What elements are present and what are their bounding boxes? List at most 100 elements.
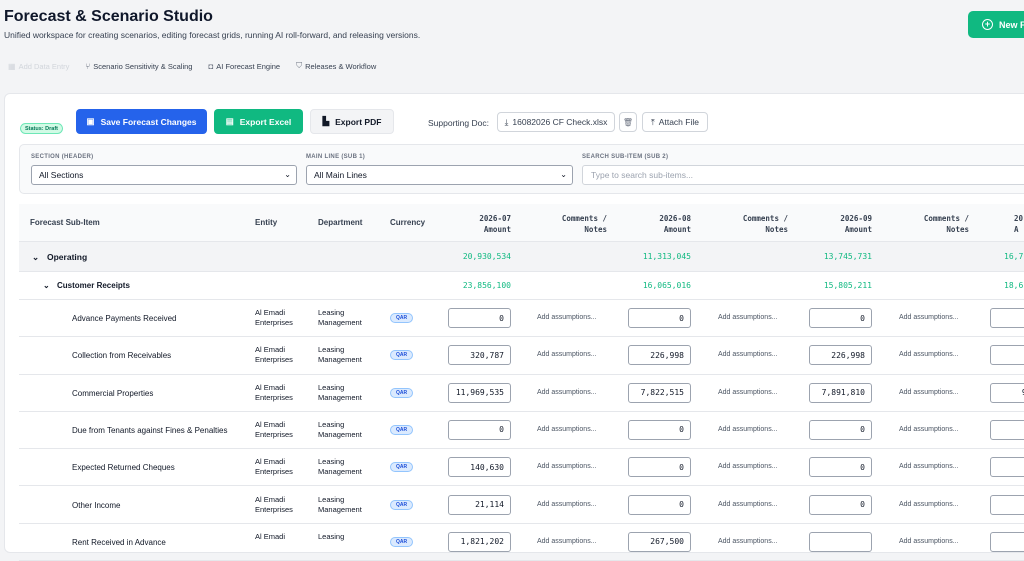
supporting-doc-label: Supporting Doc: (428, 118, 489, 128)
amount-input[interactable]: 0 (628, 308, 691, 328)
currency-badge: QAR (390, 462, 413, 473)
page-subtitle: Unified workspace for creating scenarios… (4, 30, 421, 40)
period-label: 20 (1014, 214, 1024, 223)
amount-input[interactable] (990, 494, 1024, 515)
department-line1: Leasing (318, 345, 345, 355)
new-button[interactable]: + New F (968, 11, 1024, 38)
table-row: Collection from Receivables Al Emadi Enter… (19, 337, 1024, 375)
tab-add-data-entry[interactable]: ▦ Add Data Entry (0, 57, 77, 75)
amount-input[interactable]: 0 (809, 494, 872, 515)
main-line-select[interactable]: All Main Lines ⌄ (306, 165, 573, 185)
col-amount-2026-09: 2026-09 Amount (820, 213, 872, 235)
notes-input[interactable]: Add assumptions... (718, 426, 778, 433)
notes-input[interactable]: Add assumptions... (899, 463, 959, 470)
search-input[interactable]: Type to search sub-items... (582, 165, 1024, 185)
amount-input[interactable]: 0 (628, 494, 691, 515)
col-entity: Entity (255, 218, 278, 227)
amount-input[interactable]: 267,500 (628, 531, 691, 552)
notes-input[interactable]: Add assumptions... (537, 538, 597, 545)
notes-input[interactable]: Add assumptions... (718, 314, 778, 321)
amount-input[interactable]: 9,772 (990, 382, 1024, 403)
entity-line2: Enterprises (255, 504, 293, 514)
notes-input[interactable]: Add assumptions... (718, 389, 778, 396)
tab-scenario-sensitivity[interactable]: ⑂ Scenario Sensitivity & Scaling (77, 57, 200, 75)
tab-label: AI Forecast Engine (216, 61, 281, 71)
notes-input[interactable]: Add assumptions... (899, 426, 959, 433)
notes-input[interactable]: Add assumptions... (537, 389, 597, 396)
save-icon: ▣ (86, 116, 95, 126)
amount-input[interactable]: 0 (809, 308, 872, 328)
notes-input[interactable]: Add assumptions... (899, 314, 959, 321)
entity-line1: Al Emadi (255, 419, 286, 429)
department-line2: Management (318, 318, 362, 327)
notes-input[interactable]: Add assumptions... (537, 426, 597, 433)
notes-input[interactable]: Add assumptions... (899, 389, 959, 396)
table-row: Other Income Al Emadi Enterprises Leasing Ma… (19, 487, 1024, 524)
supporting-doc-file[interactable]: ⤓ 16082026 CF Check.xlsx (497, 112, 615, 132)
supporting-doc-filename: 16082026 CF Check.xlsx (512, 117, 608, 127)
collapse-icon[interactable]: ⌄ (43, 281, 50, 290)
table-row: Advance Payments Received Al Emadi Enterpr… (19, 300, 1024, 338)
sub-item-name: Advance Payments Received (72, 314, 177, 323)
period-label: 2026-07 (479, 214, 511, 223)
amount-input[interactable] (990, 308, 1024, 328)
notes-input[interactable]: Add assumptions... (899, 501, 959, 508)
notes-input[interactable]: Add assumptions... (537, 463, 597, 470)
notes-input[interactable]: Add assumptions... (537, 351, 597, 358)
save-forecast-button[interactable]: ▣ Save Forecast Changes (76, 109, 207, 134)
notes-input[interactable]: Add assumptions... (899, 538, 959, 545)
amount-input[interactable]: 11,969,535 (448, 382, 511, 403)
forecast-grid-card: Status: Draft ▣ Save Forecast Changes ▤ … (4, 93, 1024, 561)
notes-input[interactable]: Add assumptions... (537, 501, 597, 508)
amount-input[interactable]: 0 (809, 419, 872, 440)
notes-input[interactable]: Add assumptions... (718, 501, 778, 508)
amount-input[interactable]: 0 (448, 419, 511, 440)
export-pdf-button[interactable]: ▙ Export PDF (310, 109, 394, 134)
col-amount-2026-08: 2026-08 Amount (639, 213, 691, 235)
comments-label: Comments / (923, 214, 969, 223)
robot-icon: ◘ (208, 61, 214, 71)
department-line1: Leasing (318, 419, 345, 429)
amount-input[interactable]: 7,891,810 (809, 382, 872, 403)
department-line1: Leasing (318, 531, 345, 541)
department-line1: Leasing (318, 382, 345, 392)
amount-input[interactable]: 21,114 (448, 494, 511, 515)
department-line2: Management (318, 504, 362, 514)
amount-input[interactable]: 0 (628, 457, 691, 478)
group-row-operating[interactable]: ⌄ Operating 20,930,534 11,313,045 13,745… (19, 242, 1024, 272)
table-row: Commercial Properties Al Emadi Enterprises… (19, 375, 1024, 412)
amount-input[interactable]: 226,998 (809, 345, 872, 366)
export-excel-button[interactable]: ▤ Export Excel (214, 109, 303, 134)
amount-input[interactable]: 0 (628, 419, 691, 440)
department-line2: Management (318, 429, 362, 439)
amount-input[interactable]: 0 (809, 457, 872, 478)
amount-input[interactable]: 226,998 (628, 345, 691, 366)
tab-releases-workflow[interactable]: ⛉ Releases & Workflow (288, 57, 384, 75)
collapse-icon[interactable]: ⌄ (32, 252, 39, 263)
amount-input[interactable]: 140,630 (448, 457, 511, 478)
col-comments-2026-08: Comments / Notes (720, 213, 788, 235)
amount-input[interactable] (809, 531, 872, 552)
table-row: Due from Tenants against Fines & Penalti… (19, 412, 1024, 450)
amount-input[interactable]: 320,787 (448, 345, 511, 366)
new-button-label: New F (999, 19, 1024, 30)
notes-input[interactable]: Add assumptions... (718, 351, 778, 358)
entity-line1: Al Emadi (255, 345, 286, 355)
tab-ai-forecast-engine[interactable]: ◘ AI Forecast Engine (200, 57, 288, 75)
amount-input[interactable]: 0 (448, 308, 511, 328)
notes-input[interactable]: Add assumptions... (718, 463, 778, 470)
sub-item-name: Due from Tenants against Fines & Penalti… (72, 425, 228, 435)
amount-input[interactable] (990, 457, 1024, 478)
delete-doc-button[interactable]: 🗑 (619, 112, 637, 132)
amount-input[interactable]: 226 (990, 345, 1024, 366)
notes-input[interactable]: Add assumptions... (718, 538, 778, 545)
subgroup-row-customer-receipts[interactable]: ⌄ Customer Receipts 23,856,100 16,065,01… (19, 272, 1024, 300)
amount-input[interactable] (990, 419, 1024, 440)
amount-input[interactable] (990, 531, 1024, 552)
notes-input[interactable]: Add assumptions... (899, 351, 959, 358)
amount-input[interactable]: 1,821,202 (448, 531, 511, 552)
notes-input[interactable]: Add assumptions... (537, 314, 597, 321)
section-select[interactable]: All Sections ⌄ (31, 165, 297, 185)
amount-input[interactable]: 7,822,515 (628, 382, 691, 403)
attach-file-button[interactable]: ⤒ Attach File (642, 112, 708, 132)
